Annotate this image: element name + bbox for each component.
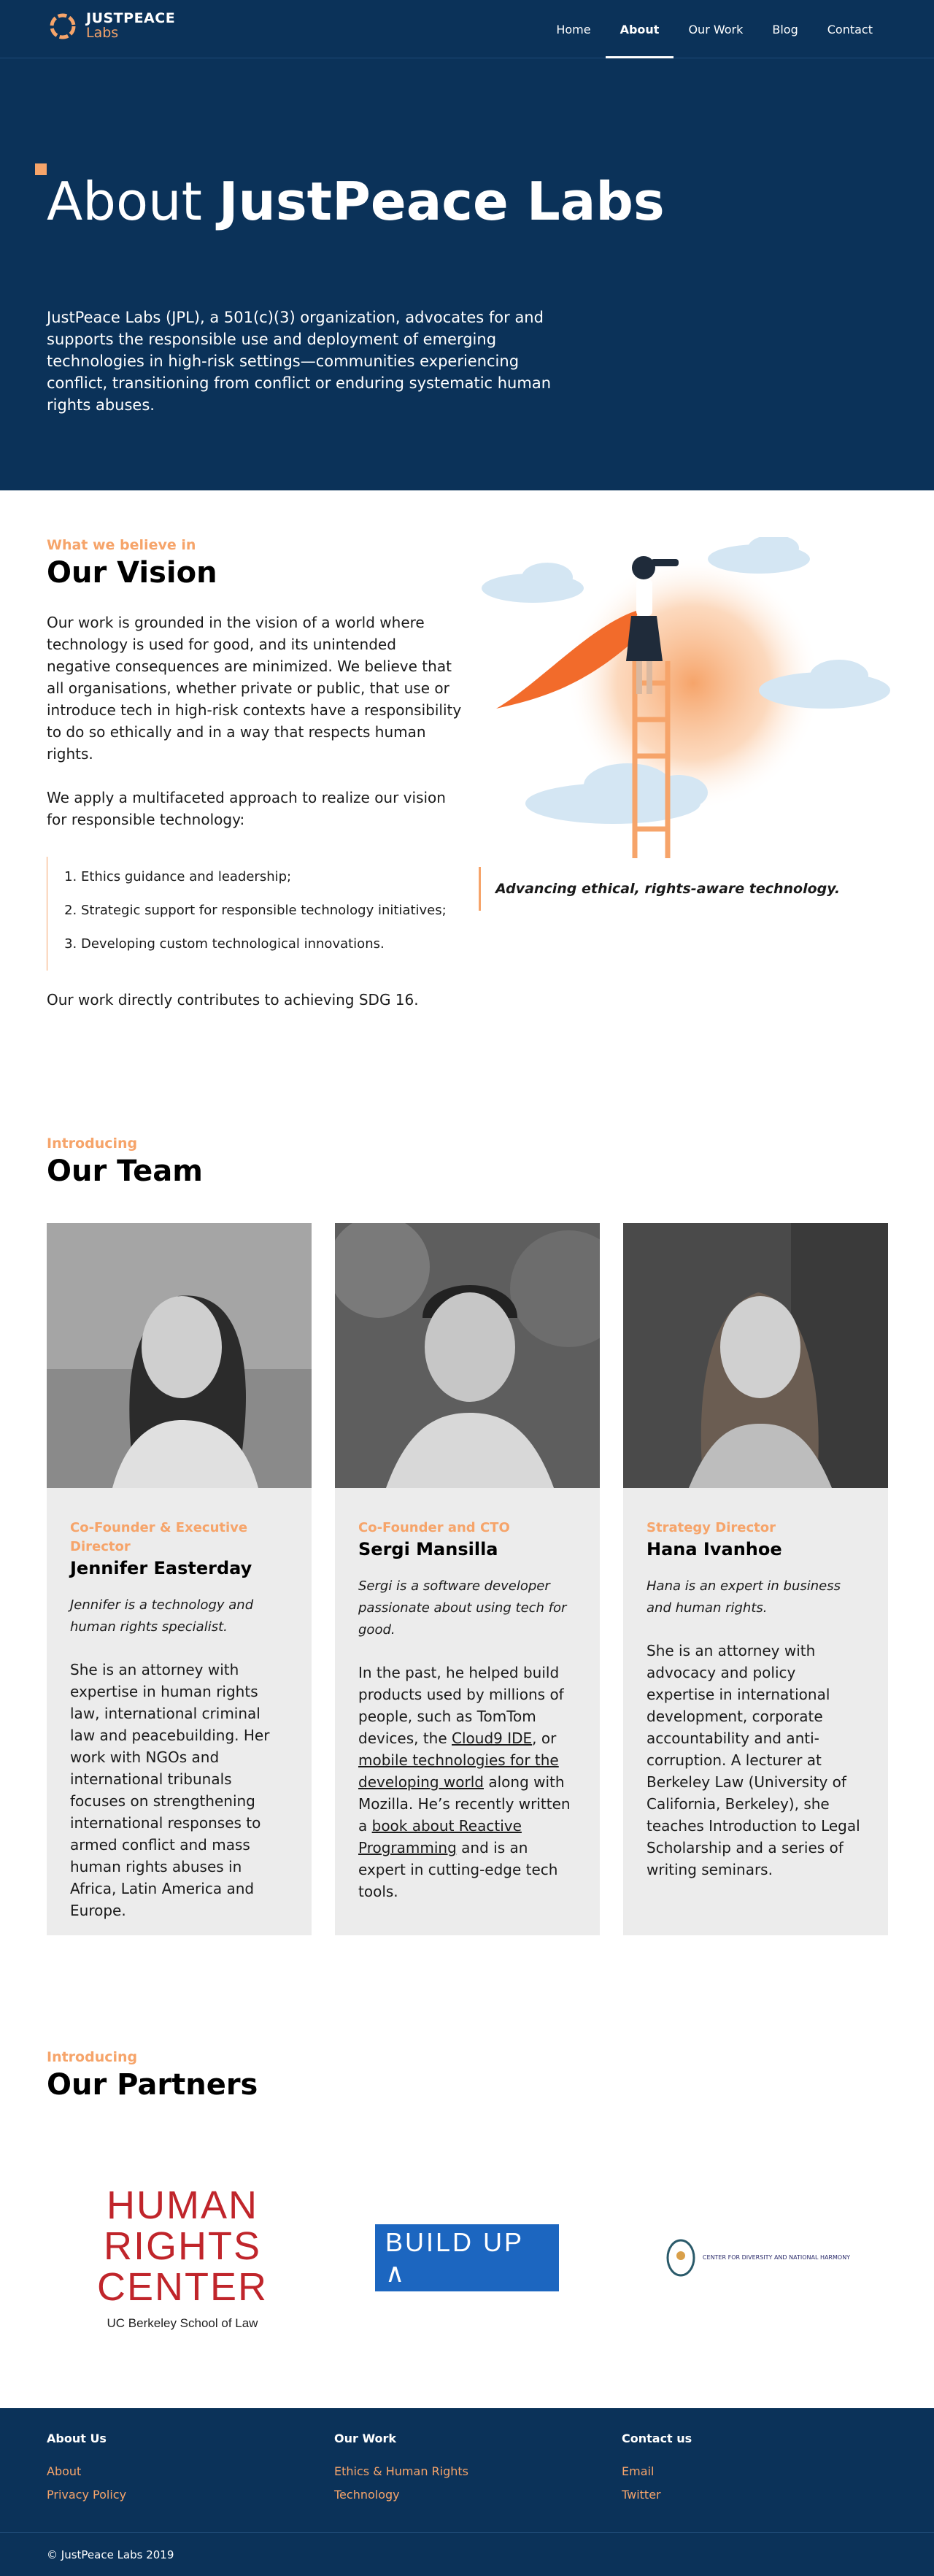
partner-logo-hrc[interactable]: HUMAN RIGHTS CENTER UC Berkeley School o… xyxy=(88,2178,277,2338)
member-bio: She is an attorney with advocacy and pol… xyxy=(647,1642,860,1878)
footer-link-privacy[interactable]: Privacy Policy xyxy=(47,2483,126,2507)
hrc-line: HUMAN xyxy=(107,2183,258,2227)
hrc-line: RIGHTS xyxy=(103,2224,261,2268)
team-eyebrow: Introducing xyxy=(47,1135,138,1152)
team-photo xyxy=(335,1223,600,1488)
vision-paragraph-1: Our work is grounded in the vision of a … xyxy=(47,614,462,763)
vision-sdg-note: Our work directly contributes to achievi… xyxy=(47,991,419,1009)
title-light: About xyxy=(47,171,202,232)
partners-eyebrow: Introducing xyxy=(47,2049,138,2065)
team-card: Strategy Director Hana Ivanhoe Hana is a… xyxy=(623,1223,888,1935)
accent-square xyxy=(35,163,47,175)
vision-heading: Our Vision xyxy=(47,556,217,590)
buildup-wordmark: BUILD UP ∧ xyxy=(375,2224,559,2291)
team-card: Co-Founder & Executive Director Jennifer… xyxy=(47,1223,312,1935)
hero-section: About JustPeace Labs JustPeace Labs (JPL… xyxy=(0,58,934,490)
member-intro: Sergi is a software developer passionate… xyxy=(358,1578,567,1638)
list-item: Ethics guidance and leadership; xyxy=(81,867,463,887)
member-intro: Jennifer is a technology and human right… xyxy=(70,1597,254,1635)
hrc-line: CENTER xyxy=(96,2265,268,2309)
footer-heading: Our Work xyxy=(334,2432,397,2445)
partners-header: Introducing Our Partners xyxy=(47,2049,258,2102)
nav-links: Home About Our Work Blog Contact xyxy=(541,0,887,58)
vision-illustration xyxy=(482,537,890,858)
bio-text: , or xyxy=(532,1729,557,1747)
footer-link-ethics[interactable]: Ethics & Human Rights xyxy=(334,2460,468,2483)
cloud9-link[interactable]: Cloud9 IDE xyxy=(452,1729,532,1747)
vision-eyebrow: What we believe in xyxy=(47,537,196,553)
team-card: Co-Founder and CTO Sergi Mansilla Sergi … xyxy=(335,1223,600,1935)
footer-link-technology[interactable]: Technology xyxy=(334,2483,468,2507)
card-body: Strategy Director Hana Ivanhoe Hana is a… xyxy=(623,1488,888,1904)
buildup-text: BUILD UP xyxy=(385,2227,524,2257)
member-name: Sergi Mansilla xyxy=(358,1539,498,1559)
team-cards: Co-Founder & Executive Director Jennifer… xyxy=(47,1223,888,1935)
member-name: Jennifer Easterday xyxy=(70,1558,252,1578)
cdnh-emblem-icon xyxy=(666,2239,695,2277)
partner-logo-buildup[interactable]: BUILD UP ∧ xyxy=(375,2178,559,2338)
footer-link-about[interactable]: About xyxy=(47,2460,126,2483)
site-logo[interactable]: JUSTPEACE Labs xyxy=(47,10,175,42)
logo-icon xyxy=(50,13,76,39)
title-bold: JustPeace Labs xyxy=(218,171,665,232)
card-body: Co-Founder and CTO Sergi Mansilla Sergi … xyxy=(335,1488,600,1926)
footer-col-contact: Contact us Email Twitter xyxy=(622,2432,692,2507)
member-role: Co-Founder and CTO xyxy=(358,1520,510,1535)
nav-our-work[interactable]: Our Work xyxy=(674,0,757,58)
hero-description: JustPeace Labs (JPL), a 501(c)(3) organi… xyxy=(47,309,552,414)
team-photo xyxy=(47,1223,312,1488)
list-item: Strategic support for responsible techno… xyxy=(81,901,463,921)
partners-heading: Our Partners xyxy=(47,2068,258,2102)
card-body: Co-Founder & Executive Director Jennifer… xyxy=(47,1488,312,1945)
member-intro: Hana is an expert in business and human … xyxy=(647,1578,841,1616)
member-bio: In the past, he helped build products us… xyxy=(358,1662,576,1902)
member-role: Strategy Director xyxy=(647,1520,776,1535)
footer-col-work: Our Work Ethics & Human Rights Technolog… xyxy=(334,2432,468,2507)
footer-col-about: About Us About Privacy Policy xyxy=(47,2432,126,2507)
site-footer: About Us About Privacy Policy Our Work E… xyxy=(0,2408,934,2576)
footer-link-twitter[interactable]: Twitter xyxy=(622,2483,692,2507)
nav-contact[interactable]: Contact xyxy=(813,0,887,58)
vision-list: Ethics guidance and leadership; Strategi… xyxy=(47,857,463,971)
footer-divider xyxy=(0,2532,934,2533)
logo-sub: Labs xyxy=(86,25,119,41)
member-bio: She is an attorney with expertise in hum… xyxy=(70,1661,270,1919)
team-header: Introducing Our Team xyxy=(47,1135,203,1188)
nav-home[interactable]: Home xyxy=(541,0,605,58)
team-photo xyxy=(623,1223,888,1488)
list-item: Developing custom technological innovati… xyxy=(81,934,463,955)
footer-heading: Contact us xyxy=(622,2432,692,2445)
footer-link-email[interactable]: Email xyxy=(622,2460,692,2483)
nav-blog[interactable]: Blog xyxy=(757,0,812,58)
member-name: Hana Ivanhoe xyxy=(647,1539,782,1559)
team-heading: Our Team xyxy=(47,1154,203,1188)
member-role: Co-Founder & Executive Director xyxy=(70,1520,248,1554)
nav-about[interactable]: About xyxy=(605,0,674,58)
partner-logo-cdnh[interactable]: CENTER FOR DIVERSITY AND NATIONAL HARMON… xyxy=(663,2178,852,2338)
logo-text: JUSTPEACE Labs xyxy=(86,10,176,41)
hrc-sub: UC Berkeley School of Law xyxy=(107,2316,258,2330)
vision-quote: Advancing ethical, rights-aware technolo… xyxy=(479,867,887,911)
logo-brand: JUSTPEACE xyxy=(86,10,176,27)
cdnh-text: CENTER FOR DIVERSITY AND NATIONAL HARMON… xyxy=(702,2254,851,2261)
page-title: About JustPeace Labs xyxy=(47,175,665,228)
vision-text: What we believe in Our Vision Our work i… xyxy=(47,537,463,1009)
partners-section: Introducing Our Partners HUMAN RIGHTS CE… xyxy=(0,2049,934,2408)
top-navbar: JUSTPEACE Labs Home About Our Work Blog … xyxy=(0,0,934,58)
caret-icon: ∧ xyxy=(385,2258,407,2288)
footer-heading: About Us xyxy=(47,2432,107,2445)
copyright: © JustPeace Labs 2019 xyxy=(47,2548,174,2561)
vision-paragraph-2: We apply a multifaceted approach to real… xyxy=(47,789,446,828)
vision-section: What we believe in Our Vision Our work i… xyxy=(0,490,934,1103)
